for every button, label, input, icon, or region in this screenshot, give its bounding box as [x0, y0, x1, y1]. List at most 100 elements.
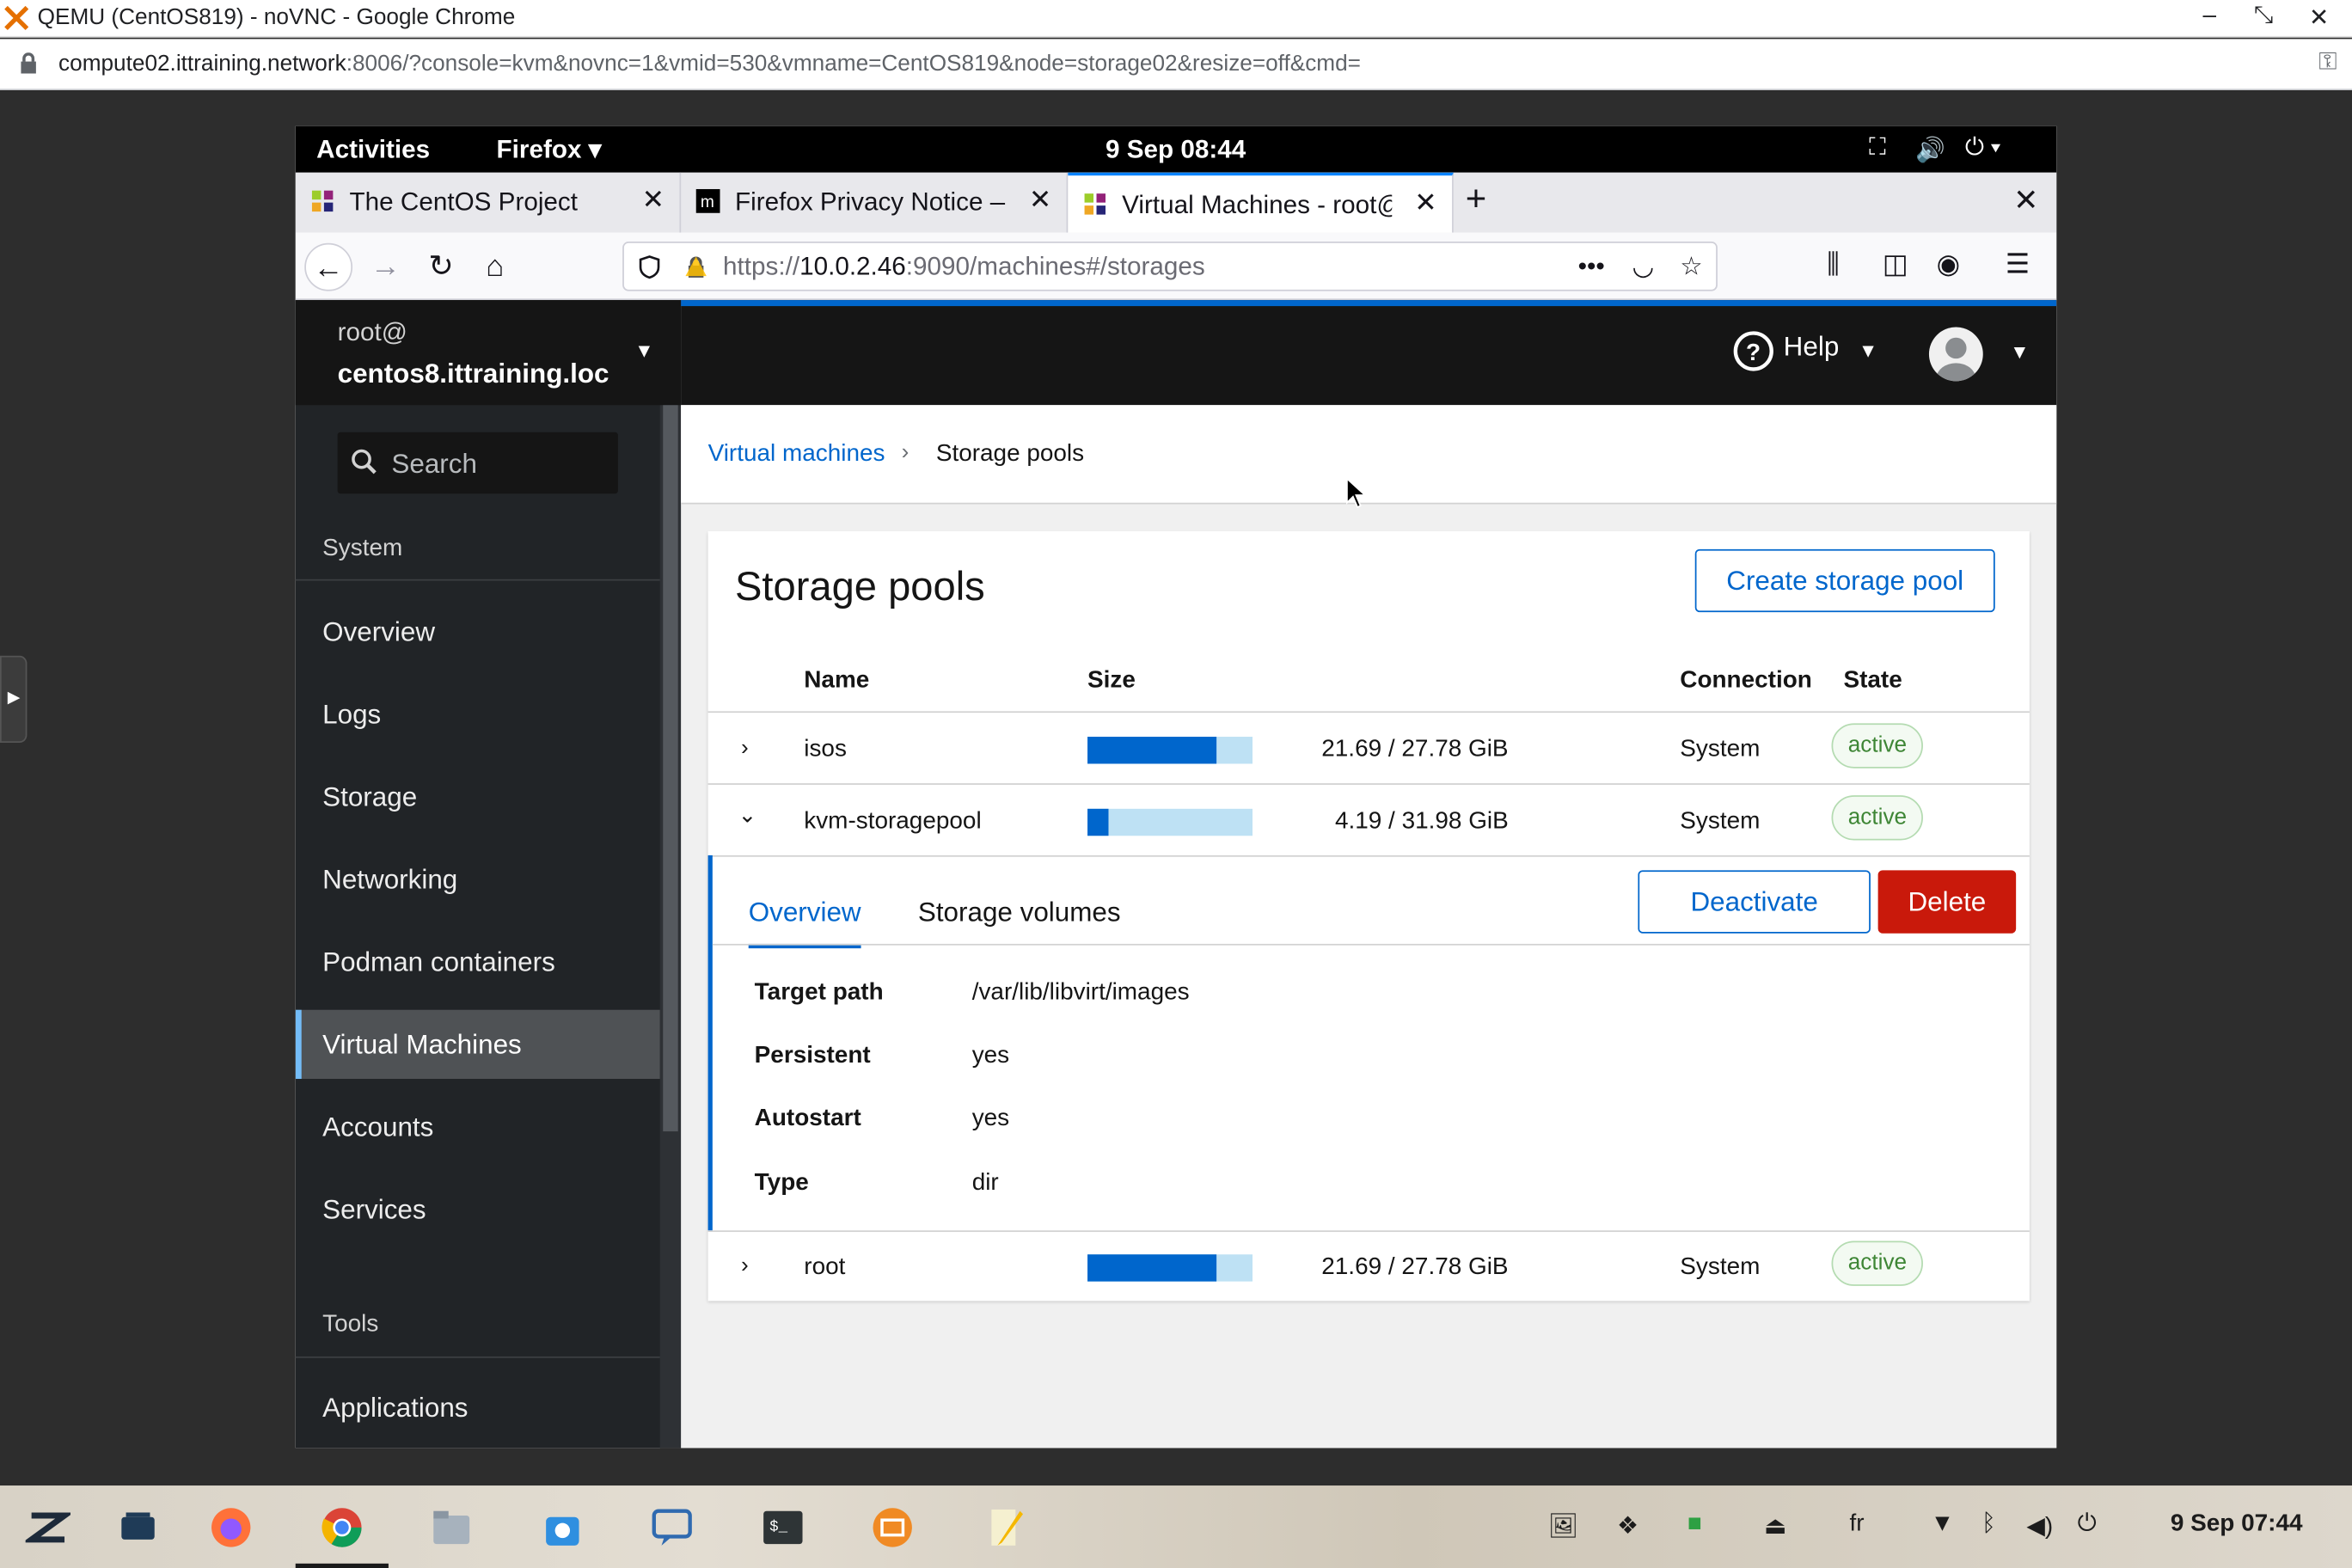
reload-button[interactable]: ↻ [417, 243, 465, 291]
divider [295, 1356, 660, 1358]
bookmark-star-icon[interactable]: ☆ [1680, 252, 1703, 282]
url-rest: :9090/machines#/storages [905, 252, 1205, 281]
close-tab-icon[interactable]: ✕ [1029, 185, 1051, 217]
wifi-icon[interactable]: ▼ [1931, 1511, 1955, 1538]
keyboard-layout[interactable]: fr [1849, 1511, 1864, 1538]
tab-virtual-machines[interactable]: Virtual Machines - root@ ✕ [1068, 172, 1454, 233]
key-icon[interactable]: ⚿ [2318, 50, 2337, 77]
sidebar-scrollbar[interactable] [659, 405, 682, 1449]
chevron-down-icon[interactable]: ⌄ [738, 801, 756, 829]
tab-centos[interactable]: The CentOS Project ✕ [296, 172, 682, 233]
centos-icon [311, 190, 334, 212]
network-icon[interactable]: ⛶ [1869, 135, 1886, 162]
gnome-clock[interactable]: 9 Sep 08:44 [1106, 135, 1246, 165]
usage-bar [1087, 808, 1253, 836]
close-tab-icon[interactable]: ✕ [1414, 187, 1436, 219]
scrollbar-thumb[interactable] [663, 405, 678, 1132]
chrome-icon[interactable] [320, 1505, 364, 1550]
power-icon[interactable]: ⏻ [2078, 1511, 2097, 1538]
close-tab-icon[interactable]: ✕ [642, 185, 665, 217]
pocket-icon[interactable]: ◡ [1632, 252, 1654, 282]
volume-icon[interactable]: ◀) [2026, 1511, 2053, 1541]
novnc-control-handle[interactable]: ▶ [0, 655, 28, 744]
back-button[interactable]: ← [304, 242, 353, 291]
caret-down-icon[interactable]: ▼ [2010, 340, 2029, 363]
sidebar-item-virtual-machines[interactable]: Virtual Machines [295, 1009, 660, 1080]
create-storage-pool-button[interactable]: Create storage pool [1694, 548, 1995, 613]
firefox-urlbar[interactable]: https://10.0.2.46:9090/machines#/storage… [622, 242, 1718, 291]
section-system: System [322, 536, 403, 561]
menu-icon[interactable]: ☰ [2006, 249, 2030, 281]
minimize-button[interactable]: – [2193, 3, 2226, 29]
tab-overview[interactable]: Overview [748, 897, 861, 949]
sidebar-item-applications[interactable]: Applications [296, 1373, 660, 1442]
firefox-url: https://10.0.2.46:9090/machines#/storage… [723, 252, 1205, 282]
sidebar-item-networking[interactable]: Networking [296, 845, 660, 914]
screen-root: QEMU (CentOS819) - noVNC - Google Chrome… [0, 0, 2352, 1568]
pool-connection: System [1680, 808, 1761, 835]
shield-icon [639, 255, 660, 279]
shield-check-icon[interactable]: ■ [1687, 1511, 1702, 1538]
chevron-right-icon[interactable]: › [741, 1253, 749, 1278]
chevron-right-icon[interactable]: › [741, 735, 749, 761]
app-menu[interactable]: Firefox ▾ [497, 135, 602, 165]
taskbar-clock[interactable]: 9 Sep 07:44 [2171, 1511, 2303, 1538]
files-icon[interactable] [429, 1505, 474, 1550]
chrome-url[interactable]: compute02.ittraining.network:8006/?conso… [58, 51, 1361, 77]
activities-button[interactable]: Activities [316, 135, 430, 165]
chat-icon[interactable] [650, 1505, 695, 1550]
pool-size: 4.19 / 31.98 GiB [1334, 808, 1509, 835]
zorin-menu-icon[interactable] [25, 1505, 71, 1550]
close-window-button[interactable]: ✕ [2302, 3, 2335, 33]
firefox-icon[interactable] [209, 1505, 254, 1550]
lock-icon [21, 52, 36, 74]
dropbox-icon[interactable]: ❖ [1617, 1511, 1638, 1541]
home-button[interactable]: ⌂ [471, 243, 519, 291]
col-connection: Connection [1680, 667, 1812, 694]
software-store-icon[interactable] [540, 1505, 585, 1550]
power-menu-icon[interactable]: ⏻ ▾ [1965, 135, 2001, 162]
pool-connection: System [1680, 737, 1761, 763]
vnc-viewer-icon[interactable] [870, 1505, 915, 1550]
deactivate-button[interactable]: Deactivate [1638, 870, 1871, 934]
text-editor-icon[interactable] [983, 1505, 1027, 1550]
pool-name: kvm-storagepool [804, 808, 982, 835]
restore-button[interactable]: ⤡ [2247, 3, 2280, 29]
avatar[interactable] [1928, 327, 1983, 382]
host-switcher[interactable]: root@ centos8.ittraining.loc ▼ [295, 300, 682, 406]
divider [707, 1230, 2030, 1233]
sidebar-item-services[interactable]: Services [296, 1175, 660, 1244]
sidebar-item-podman[interactable]: Podman containers [296, 928, 660, 996]
bluetooth-icon[interactable]: ᛒ [1981, 1511, 1996, 1538]
search-input[interactable]: Search [337, 432, 618, 494]
workspaces-icon[interactable] [115, 1505, 160, 1550]
sidebar-item-storage[interactable]: Storage [296, 763, 660, 831]
detail-value: /var/lib/libvirt/images [971, 979, 1190, 1006]
sidebar-item-accounts[interactable]: Accounts [296, 1093, 660, 1161]
url-host: compute02.ittraining.network [58, 51, 346, 77]
close-firefox-button[interactable]: ✕ [2013, 181, 2038, 219]
sidebar-item-logs[interactable]: Logs [296, 680, 660, 749]
svg-text:?: ? [1746, 339, 1761, 365]
volume-icon[interactable]: 🔊 [1915, 135, 1945, 165]
breadcrumb-virtual-machines[interactable]: Virtual machines [708, 441, 885, 468]
help-icon: ? [1733, 331, 1773, 371]
terminal-icon[interactable]: $_ [761, 1505, 805, 1550]
status-badge: active [1831, 723, 1924, 769]
tab-privacy[interactable]: m Firefox Privacy Notice — ✕ [681, 172, 1069, 233]
help-menu[interactable]: Help [1784, 332, 1840, 364]
page-actions-icon[interactable]: ••• [1578, 252, 1605, 282]
delete-button[interactable]: Delete [1877, 870, 2017, 934]
library-icon[interactable]: ⫼ [1827, 249, 1839, 281]
eject-icon[interactable]: ⏏ [1764, 1511, 1786, 1541]
account-icon[interactable]: ◉ [1937, 249, 1960, 281]
forward-button[interactable]: → [362, 243, 410, 291]
tab-storage-volumes[interactable]: Storage volumes [918, 897, 1121, 929]
sidebar-item-overview[interactable]: Overview [296, 597, 660, 666]
tab-label: The CentOS Project [349, 187, 579, 217]
sidebar-icon[interactable]: ◫ [1883, 249, 1908, 281]
new-tab-button[interactable]: + [1466, 179, 1486, 221]
screenshot-icon[interactable]: 🖼 [1548, 1511, 1578, 1541]
cockpit-sidebar: root@ centos8.ittraining.loc ▼ Search Sy… [295, 300, 682, 1449]
chrome-addressbar: compute02.ittraining.network:8006/?conso… [0, 39, 2352, 90]
